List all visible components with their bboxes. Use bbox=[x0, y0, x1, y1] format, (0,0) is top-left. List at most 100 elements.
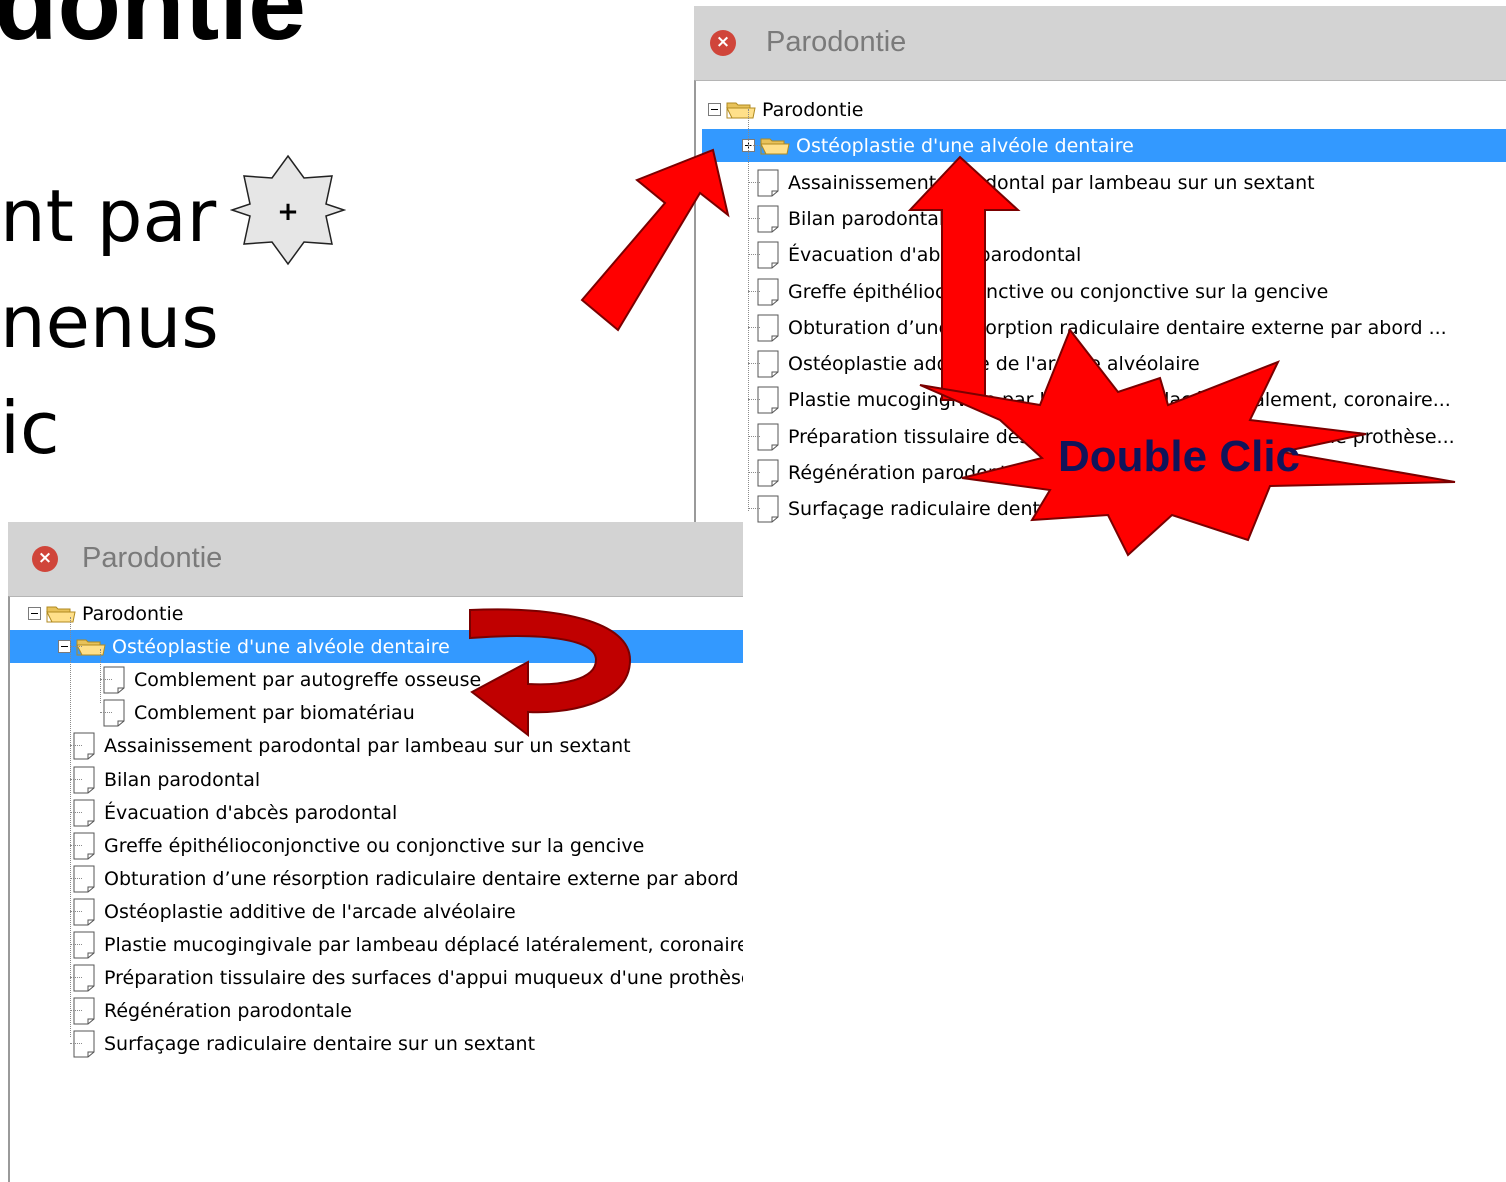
tree-connector bbox=[70, 745, 82, 747]
document-icon bbox=[72, 865, 96, 893]
tree-item-label: Assainissement parodontal par lambeau su… bbox=[788, 171, 1315, 194]
tree-item-label: Assainissement parodontal par lambeau su… bbox=[104, 735, 631, 758]
tree-connector bbox=[748, 435, 760, 437]
tree-list-item[interactable]: Bilan parodontal bbox=[56, 763, 743, 796]
tree-list-item[interactable]: Greffe épithélioconjonctive ou conjoncti… bbox=[56, 829, 743, 862]
document-icon bbox=[72, 732, 96, 760]
tree-connector bbox=[70, 1010, 82, 1012]
document-icon bbox=[756, 386, 780, 414]
tree-item-label: Évacuation d'abcès parodontal bbox=[104, 801, 398, 824]
tree-connector bbox=[70, 778, 82, 780]
tree-item-label: Obturation d’une résorption radiculaire … bbox=[104, 867, 743, 890]
tree-list-item[interactable]: Ostéoplastie additive de l'arcade alvéol… bbox=[740, 347, 1506, 380]
document-icon bbox=[102, 699, 126, 727]
document-icon bbox=[72, 898, 96, 926]
folder-icon bbox=[46, 604, 76, 624]
window-top-title: Parodontie bbox=[766, 26, 907, 58]
tree-connector bbox=[748, 399, 760, 401]
window-bottom-titlebar: × Parodontie bbox=[8, 522, 743, 596]
tree-connector bbox=[748, 508, 760, 510]
tree-list-item[interactable]: Plastie mucogingivale par lambeau déplac… bbox=[56, 928, 743, 961]
slide-text-line-1: nt par bbox=[0, 174, 217, 258]
tree-list-item[interactable]: Comblement par biomatériau bbox=[86, 696, 743, 729]
folder-icon bbox=[760, 136, 790, 156]
tree-connector bbox=[748, 254, 760, 256]
document-icon bbox=[756, 350, 780, 378]
tree-item-label: Parodontie bbox=[762, 99, 864, 121]
tree-connector bbox=[748, 109, 749, 511]
document-icon bbox=[756, 241, 780, 269]
collapse-minus-icon[interactable] bbox=[708, 103, 721, 116]
document-icon bbox=[72, 832, 96, 860]
tree-list-item[interactable]: Évacuation d'abcès parodontal bbox=[56, 796, 743, 829]
tree-item-label: Greffe épithélioconjonctive ou conjoncti… bbox=[788, 280, 1329, 303]
window-bottom-tree: Parodontie Ostéoplastie d'une alvéole den… bbox=[8, 596, 743, 1182]
tree-item-label: Surfaçage radiculaire dentaire sur un se… bbox=[104, 1033, 536, 1056]
tree-item-label: Plastie mucogingivale par lambeau déplac… bbox=[104, 934, 743, 956]
document-icon bbox=[756, 169, 780, 197]
document-icon bbox=[756, 495, 780, 523]
close-icon[interactable]: × bbox=[710, 30, 736, 56]
tree-folder-item[interactable]: Parodontie bbox=[706, 93, 1506, 126]
tree-list-item[interactable]: Bilan parodontal bbox=[740, 202, 1506, 235]
star-badge-label: + bbox=[277, 197, 299, 227]
tree-connector bbox=[748, 326, 760, 328]
document-icon bbox=[756, 278, 780, 306]
collapse-minus-icon[interactable] bbox=[28, 607, 41, 620]
document-icon bbox=[72, 1030, 96, 1058]
slide-text-line-3: ic bbox=[0, 386, 60, 470]
document-icon bbox=[756, 314, 780, 342]
tree-connector bbox=[70, 1043, 82, 1045]
tree-list-item[interactable]: Surfaçage radiculaire dentaire sur un se… bbox=[56, 1027, 743, 1060]
tree-list-item[interactable]: Assainissement parodontal par lambeau su… bbox=[740, 166, 1506, 199]
tree-connector bbox=[100, 649, 101, 703]
tree-connector bbox=[748, 363, 760, 365]
tree-connector bbox=[748, 145, 760, 147]
tree-folder-item[interactable]: Ostéoplastie d'une alvéole dentaire bbox=[702, 129, 1506, 163]
tree-connector bbox=[70, 617, 71, 1037]
tree-item-label: Ostéoplastie additive de l'arcade alvéol… bbox=[104, 900, 516, 923]
folder-icon bbox=[726, 100, 756, 120]
tree-folder-item[interactable]: Parodontie bbox=[26, 597, 743, 630]
tree-connector bbox=[70, 877, 82, 879]
document-icon bbox=[102, 666, 126, 694]
tree-list-item[interactable]: Obturation d’une résorption radiculaire … bbox=[56, 862, 743, 895]
tree-list-item[interactable]: Greffe épithélioconjonctive ou conjoncti… bbox=[740, 275, 1506, 308]
tree-list-item[interactable]: Régénération parodontale bbox=[56, 994, 743, 1027]
tree-list-item[interactable]: Comblement par autogreffe osseuse bbox=[86, 663, 743, 696]
document-icon bbox=[72, 799, 96, 827]
tree-item-label: Comblement par autogreffe osseuse bbox=[134, 669, 482, 692]
document-icon bbox=[756, 459, 780, 487]
star-badge-icon: + bbox=[230, 154, 346, 266]
tree-connector bbox=[70, 910, 82, 912]
document-icon bbox=[72, 931, 96, 959]
tree-connector bbox=[748, 472, 760, 473]
tree-list-item[interactable]: Préparation tissulaire des surfaces d'ap… bbox=[56, 961, 743, 994]
double-click-label: Double Clic bbox=[1058, 432, 1301, 481]
tree-item-label: Ostéoplastie additive de l'arcade alvéol… bbox=[788, 353, 1200, 376]
tree-connector bbox=[100, 712, 112, 714]
tree-list-item[interactable]: Plastie mucogingivale par lambeau déplac… bbox=[740, 383, 1506, 416]
tree-list-item[interactable]: Obturation d’une résorption radiculaire … bbox=[740, 311, 1506, 344]
folder-icon bbox=[76, 637, 106, 657]
tree-item-label: Greffe épithélioconjonctive ou conjoncti… bbox=[104, 834, 645, 857]
tree-connector bbox=[70, 944, 82, 945]
window-bottom-title: Parodontie bbox=[82, 542, 223, 574]
document-icon bbox=[756, 423, 780, 451]
tree-item-label: Parodontie bbox=[82, 603, 184, 625]
window-bottom: × Parodontie Parodontie Ostéoplastie d'un… bbox=[8, 522, 743, 1182]
tree-connector bbox=[748, 290, 760, 292]
tree-folder-item[interactable]: Ostéoplastie d'une alvéole dentaire bbox=[10, 630, 743, 664]
tree-list-item[interactable]: Surfaçage radiculaire dentaire sur un se… bbox=[740, 492, 1506, 525]
tree-list-item[interactable]: Évacuation d'abcès parodontal bbox=[740, 238, 1506, 271]
close-icon[interactable]: × bbox=[32, 546, 58, 572]
slide-text-line-2: nenus bbox=[0, 280, 219, 364]
slide-title: dontie bbox=[0, 0, 306, 62]
tree-connector bbox=[100, 679, 112, 681]
tree-list-item[interactable]: Assainissement parodontal par lambeau su… bbox=[56, 729, 743, 762]
tree-list-item[interactable]: Ostéoplastie additive de l'arcade alvéol… bbox=[56, 895, 743, 928]
tree-item-label: Surfaçage radiculaire dentaire sur un se… bbox=[788, 498, 1220, 521]
tree-connector bbox=[70, 646, 82, 648]
tree-item-label: Régénération parodontale bbox=[104, 1000, 352, 1023]
tree-item-label: Bilan parodontal bbox=[788, 207, 945, 230]
